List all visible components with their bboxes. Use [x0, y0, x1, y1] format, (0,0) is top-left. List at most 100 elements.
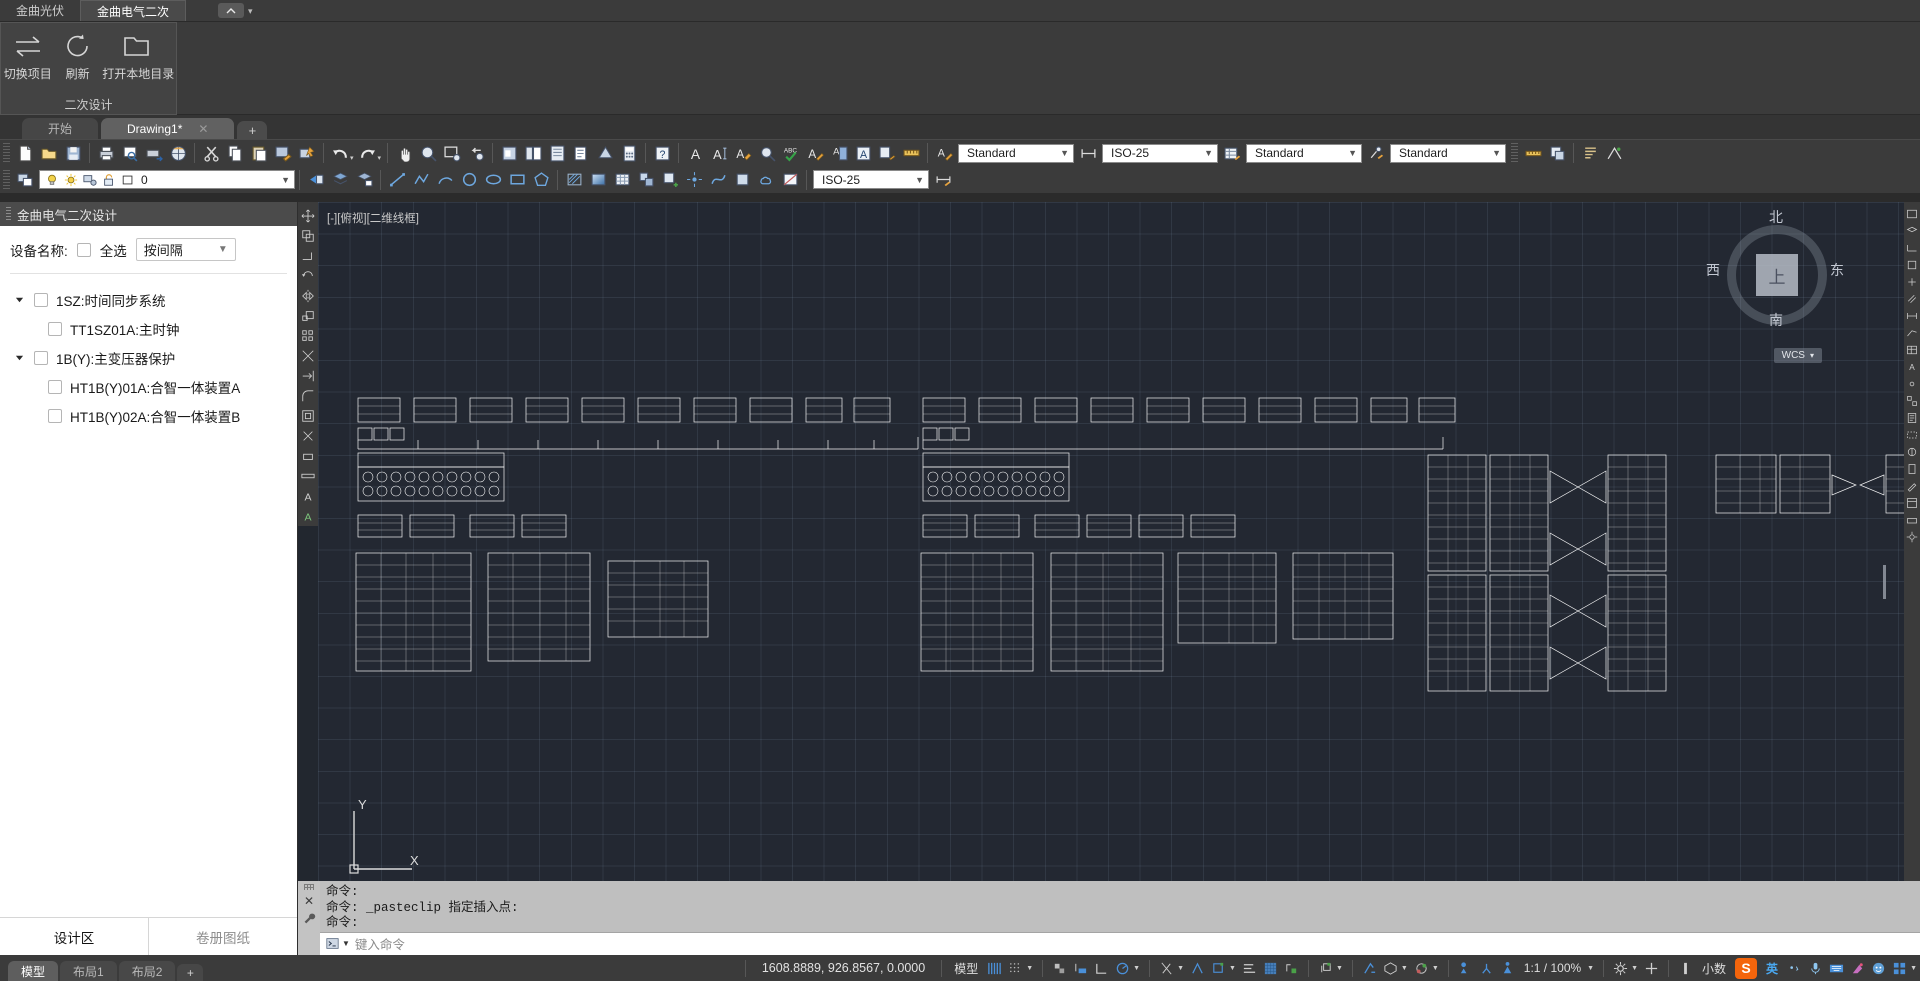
spline-icon[interactable]	[707, 169, 729, 191]
command-prompt-icon[interactable]: ▼	[326, 937, 350, 950]
measure-icon[interactable]	[299, 467, 317, 485]
properties-tool-icon[interactable]	[1905, 411, 1919, 425]
chevron-down-icon[interactable]: ▼	[1401, 965, 1408, 972]
polygon-icon[interactable]	[530, 169, 552, 191]
edit-text-icon[interactable]: A	[732, 142, 754, 164]
chevron-down-icon[interactable]: ▼	[1177, 965, 1184, 972]
layer-properties-icon[interactable]	[14, 169, 36, 191]
block-icon[interactable]	[635, 169, 657, 191]
spell-check-icon[interactable]: ABC	[780, 142, 802, 164]
close-icon[interactable]: ✕	[198, 122, 208, 136]
view-cube-east-label[interactable]: 东	[1830, 260, 1844, 280]
freeze-icon[interactable]	[63, 172, 78, 187]
move-icon[interactable]	[299, 207, 317, 225]
layer-state-icon[interactable]	[329, 169, 351, 191]
toolbar-grip[interactable]	[3, 143, 10, 163]
point-icon[interactable]	[683, 169, 705, 191]
layer-combo[interactable]: 0 ▼	[39, 170, 295, 189]
revcloud-icon[interactable]	[755, 169, 777, 191]
redo-dropdown-caret-icon[interactable]: ▾	[378, 154, 382, 166]
properties-icon[interactable]	[498, 142, 520, 164]
close-icon[interactable]: ✕	[304, 894, 314, 908]
utility-tool-icon[interactable]	[1905, 445, 1919, 459]
ruler-icon[interactable]	[900, 142, 922, 164]
layout-tool-icon[interactable]	[1905, 496, 1919, 510]
command-history[interactable]: 命令: 命令: _pasteclip 指定插入点: 命令:	[320, 881, 1920, 932]
undo-icon[interactable]	[329, 142, 351, 164]
find-icon[interactable]	[756, 142, 778, 164]
tree-node-checkbox[interactable]	[48, 380, 62, 394]
viewport-resize-handle[interactable]	[1883, 565, 1886, 599]
dim-style-combo-2[interactable]: ISO-25 ▼	[813, 170, 929, 189]
table-icon[interactable]	[611, 169, 633, 191]
block-editor-icon[interactable]	[594, 142, 616, 164]
array-tool-icon[interactable]	[1905, 394, 1919, 408]
expand-collapse-icon[interactable]	[12, 293, 26, 307]
coordinate-readout[interactable]: 1608.8889, 926.8567, 0.0000	[752, 961, 935, 975]
pan-icon[interactable]	[393, 142, 415, 164]
plot-to-file-icon[interactable]	[143, 142, 165, 164]
layout-tab-layout2[interactable]: 布局2	[119, 961, 176, 981]
open-local-directory-button[interactable]: 打开本地目录	[101, 29, 176, 82]
explode-icon[interactable]	[299, 427, 317, 445]
refresh-button[interactable]: 刷新	[55, 29, 101, 82]
gradient-icon[interactable]	[587, 169, 609, 191]
toolbar-grip[interactable]	[1511, 143, 1518, 163]
text-field-icon[interactable]: A	[852, 142, 874, 164]
rotate-icon[interactable]	[299, 267, 317, 285]
drawing-canvas[interactable]: [-][俯视][二维线框]	[318, 202, 1904, 927]
chevron-down-icon[interactable]: ▼	[1026, 965, 1033, 972]
quick-select-icon[interactable]	[296, 142, 318, 164]
mleader-style-icon[interactable]	[1365, 142, 1387, 164]
multiline-text-icon[interactable]: A	[708, 142, 730, 164]
chevron-down-icon[interactable]: ▼	[1631, 965, 1638, 972]
annotation-tool-icon[interactable]: A	[299, 507, 317, 525]
lock-icon[interactable]	[101, 172, 116, 187]
layer-previous-icon[interactable]	[305, 169, 327, 191]
table-tool-icon[interactable]	[1905, 343, 1919, 357]
chevron-down-icon[interactable]: ▼	[342, 939, 350, 948]
wrench-icon[interactable]	[303, 912, 316, 930]
measure-tool-icon[interactable]	[1905, 241, 1919, 255]
calculator-icon[interactable]	[618, 142, 640, 164]
zoom-realtime-icon[interactable]	[417, 142, 439, 164]
publish-icon[interactable]	[167, 142, 189, 164]
sheet-set-icon[interactable]	[570, 142, 592, 164]
preview-icon[interactable]	[119, 142, 141, 164]
help-icon[interactable]: ?	[651, 142, 673, 164]
zoom-previous-icon[interactable]	[465, 142, 487, 164]
single-line-text-icon[interactable]: A	[684, 142, 706, 164]
table-style-icon[interactable]	[1221, 142, 1243, 164]
linear-dim-icon[interactable]	[1522, 142, 1544, 164]
tree-node-1by[interactable]: 1B(Y):主变压器保护	[0, 343, 297, 372]
layout-tab-layout1[interactable]: 布局1	[60, 961, 117, 981]
offset-icon[interactable]	[299, 407, 317, 425]
toolbar-grip[interactable]	[3, 170, 10, 190]
chevron-down-icon[interactable]: ▼	[1204, 148, 1213, 158]
chevron-down-icon[interactable]: ▼	[1910, 965, 1917, 972]
chevron-down-icon[interactable]: ▼	[1587, 965, 1594, 972]
text-tool-icon[interactable]: A	[299, 487, 317, 505]
redo-icon[interactable]	[357, 142, 379, 164]
leader-tool-icon[interactable]	[1905, 326, 1919, 340]
tree-node-checkbox[interactable]	[48, 322, 62, 336]
tolerance-icon[interactable]	[1603, 142, 1625, 164]
cut-icon[interactable]	[200, 142, 222, 164]
drag-grip[interactable]	[304, 884, 314, 890]
layer-merge-icon[interactable]	[353, 169, 375, 191]
point-tool-icon[interactable]	[1905, 377, 1919, 391]
dim-style-icon[interactable]	[1077, 142, 1099, 164]
new-file-icon[interactable]	[14, 142, 36, 164]
view-cube-south-label[interactable]: 南	[1769, 310, 1783, 330]
project-tab-electrical-secondary[interactable]: 金曲电气二次	[80, 0, 186, 21]
select-all-checkbox[interactable]	[77, 243, 91, 257]
ucs-selector[interactable]: WCS ▾	[1774, 348, 1822, 363]
text-style-tool-icon[interactable]: A	[1905, 360, 1919, 374]
drag-grip[interactable]	[6, 207, 11, 221]
chevron-down-icon[interactable]: ▼	[915, 175, 924, 185]
copy-icon[interactable]	[224, 142, 246, 164]
chevron-down-icon[interactable]: ▼	[1229, 965, 1236, 972]
tree-node-checkbox[interactable]	[34, 351, 48, 365]
wipeout-icon[interactable]	[779, 169, 801, 191]
insert-tool-icon[interactable]	[1905, 275, 1919, 289]
